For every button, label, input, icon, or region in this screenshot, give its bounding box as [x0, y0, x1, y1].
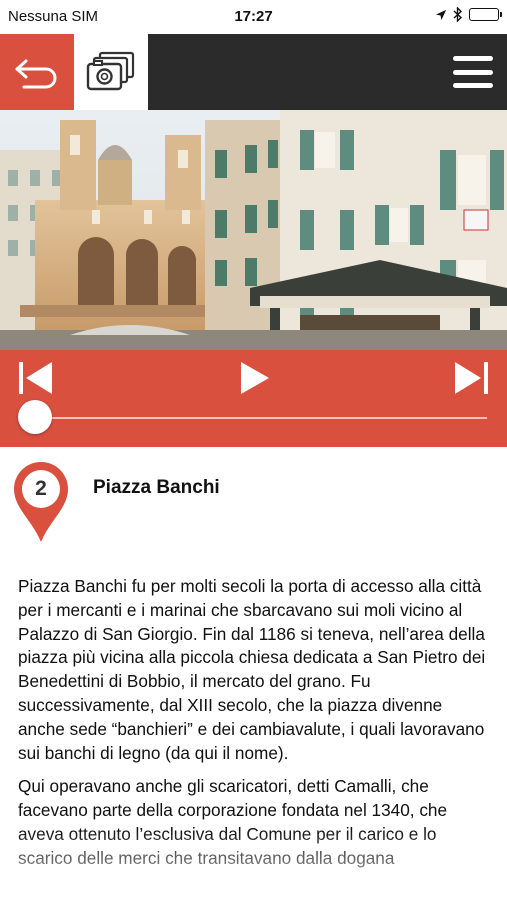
poi-description: Piazza Banchi fu per molti secoli la por…: [18, 575, 492, 881]
progress-track[interactable]: [20, 417, 487, 419]
status-bar: Nessuna SIM 17:27: [0, 0, 507, 34]
description-paragraph: Qui operavano anche gli scaricatori, det…: [18, 776, 448, 868]
back-button[interactable]: [0, 34, 74, 110]
battery-icon: [469, 8, 502, 21]
navbar: [0, 34, 507, 110]
play-icon: [241, 362, 269, 394]
hamburger-menu-icon: [453, 56, 493, 61]
skip-previous-icon: [19, 362, 52, 394]
menu-button[interactable]: [453, 52, 493, 92]
poi-number: 2: [35, 477, 47, 500]
poi-detail: 2 Piazza Banchi Piazza Banchi fu per mol…: [0, 447, 507, 900]
play-button[interactable]: [234, 358, 274, 398]
photos-icon: [86, 51, 135, 91]
progress-slider-thumb[interactable]: [18, 400, 52, 434]
description-paragraph: Piazza Banchi fu per molti secoli la por…: [18, 576, 486, 763]
map-pin-icon: [14, 462, 68, 542]
audio-player: [0, 350, 507, 447]
photo-piazza-banchi: [0, 110, 507, 350]
clock: 17:27: [234, 8, 273, 25]
status-icons: [435, 7, 502, 22]
next-button[interactable]: [451, 358, 491, 398]
bluetooth-icon: [453, 7, 463, 22]
skip-next-icon: [455, 362, 488, 394]
poi-title: Piazza Banchi: [93, 477, 220, 498]
location-arrow-icon: [436, 9, 446, 20]
previous-button[interactable]: [16, 358, 56, 398]
hero-image: [0, 110, 507, 350]
back-arrow-icon: [15, 59, 57, 89]
gallery-button[interactable]: [74, 34, 148, 110]
